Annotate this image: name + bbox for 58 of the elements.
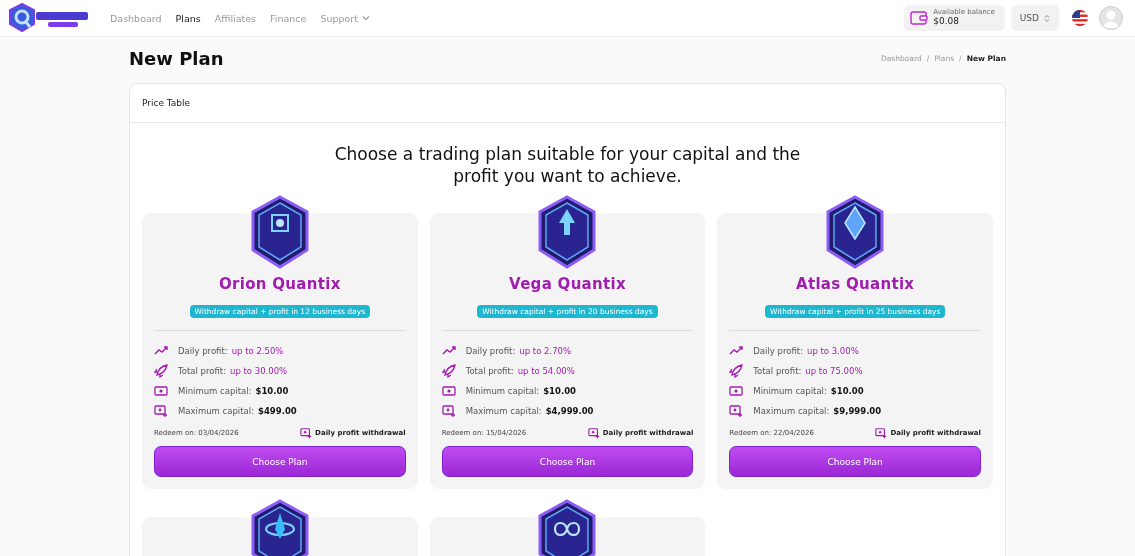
- logo-icon[interactable]: [8, 3, 90, 33]
- detail-value: $10.00: [830, 386, 864, 396]
- detail-label: Minimum capital:: [178, 386, 252, 396]
- detail-value: $9,999.00: [833, 406, 882, 416]
- detail-label: Daily profit:: [753, 346, 803, 356]
- rocket-icon: [441, 364, 456, 378]
- choose-plan-button[interactable]: Choose Plan: [441, 446, 694, 477]
- nav-link[interactable]: Support: [320, 12, 370, 24]
- page-title: New Plan: [129, 47, 224, 69]
- detail-label: Maximum capital:: [753, 406, 830, 416]
- detail-label: Daily profit:: [178, 346, 228, 356]
- chevron-down-icon: [361, 15, 370, 21]
- cash-plus-icon: [587, 427, 600, 439]
- nav-link[interactable]: Plans: [175, 12, 201, 24]
- cash-icon: [154, 384, 168, 398]
- detail-value: up to 54.00%: [517, 366, 575, 376]
- detail-label: Daily profit:: [465, 346, 516, 356]
- currency-select[interactable]: USD: [1010, 5, 1059, 31]
- detail-value: up to 75.00%: [805, 366, 863, 376]
- hexagon-emblem-icon: [249, 499, 310, 556]
- cash-plus-icon: [154, 404, 168, 418]
- rocket-icon: [154, 364, 168, 378]
- detail-value: $499.00: [258, 406, 297, 416]
- rocket-icon: [729, 364, 744, 378]
- detail-value: up to 3.00%: [807, 346, 859, 356]
- plan-name: Vega Quantix: [508, 275, 627, 293]
- cash-plus-icon: [729, 404, 744, 418]
- hexagon-emblem-icon: [537, 499, 598, 556]
- detail-value: up to 2.50%: [231, 346, 284, 356]
- detail-label: Total profit:: [465, 366, 514, 376]
- detail-label: Minimum capital:: [753, 386, 827, 396]
- detail-label: Total profit:: [753, 366, 802, 376]
- detail-value: $10.00: [543, 386, 576, 396]
- cash-plus-icon: [441, 404, 456, 418]
- detail-value: $10.00: [255, 386, 289, 396]
- detail-label: Total profit:: [178, 366, 226, 376]
- balance-value: $0.08: [933, 16, 961, 27]
- plan-heading: Choose a trading plan suitable for your capital and the profit you want to achieve.: [333, 143, 802, 187]
- choose-plan-button[interactable]: Choose Plan: [729, 446, 981, 477]
- nav-link[interactable]: Affiliates: [214, 12, 257, 24]
- detail-label: Maximum capital:: [465, 406, 542, 416]
- choose-plan-button[interactable]: Choose Plan: [154, 446, 406, 477]
- cash-plus-icon: [875, 427, 888, 439]
- cash-icon: [441, 384, 456, 398]
- detail-label: Minimum capital:: [465, 386, 540, 396]
- cash-icon: [729, 384, 744, 398]
- cash-plus-icon: [300, 427, 313, 439]
- detail-value: $4,999.00: [545, 406, 594, 416]
- nav-link[interactable]: Finance: [270, 12, 307, 24]
- panel-title: Price Table: [130, 84, 1005, 123]
- nav-link[interactable]: Dashboard: [110, 12, 162, 24]
- plan-name: Orion Quantix: [218, 275, 342, 293]
- plan-name: Atlas Quantix: [795, 275, 916, 293]
- detail-value: up to 30.00%: [230, 366, 288, 376]
- detail-value: up to 2.70%: [519, 346, 572, 356]
- wallet-icon: [910, 10, 929, 26]
- detail-label: Maximum capital:: [178, 406, 254, 416]
- sort-arrows-icon: [1044, 13, 1050, 23]
